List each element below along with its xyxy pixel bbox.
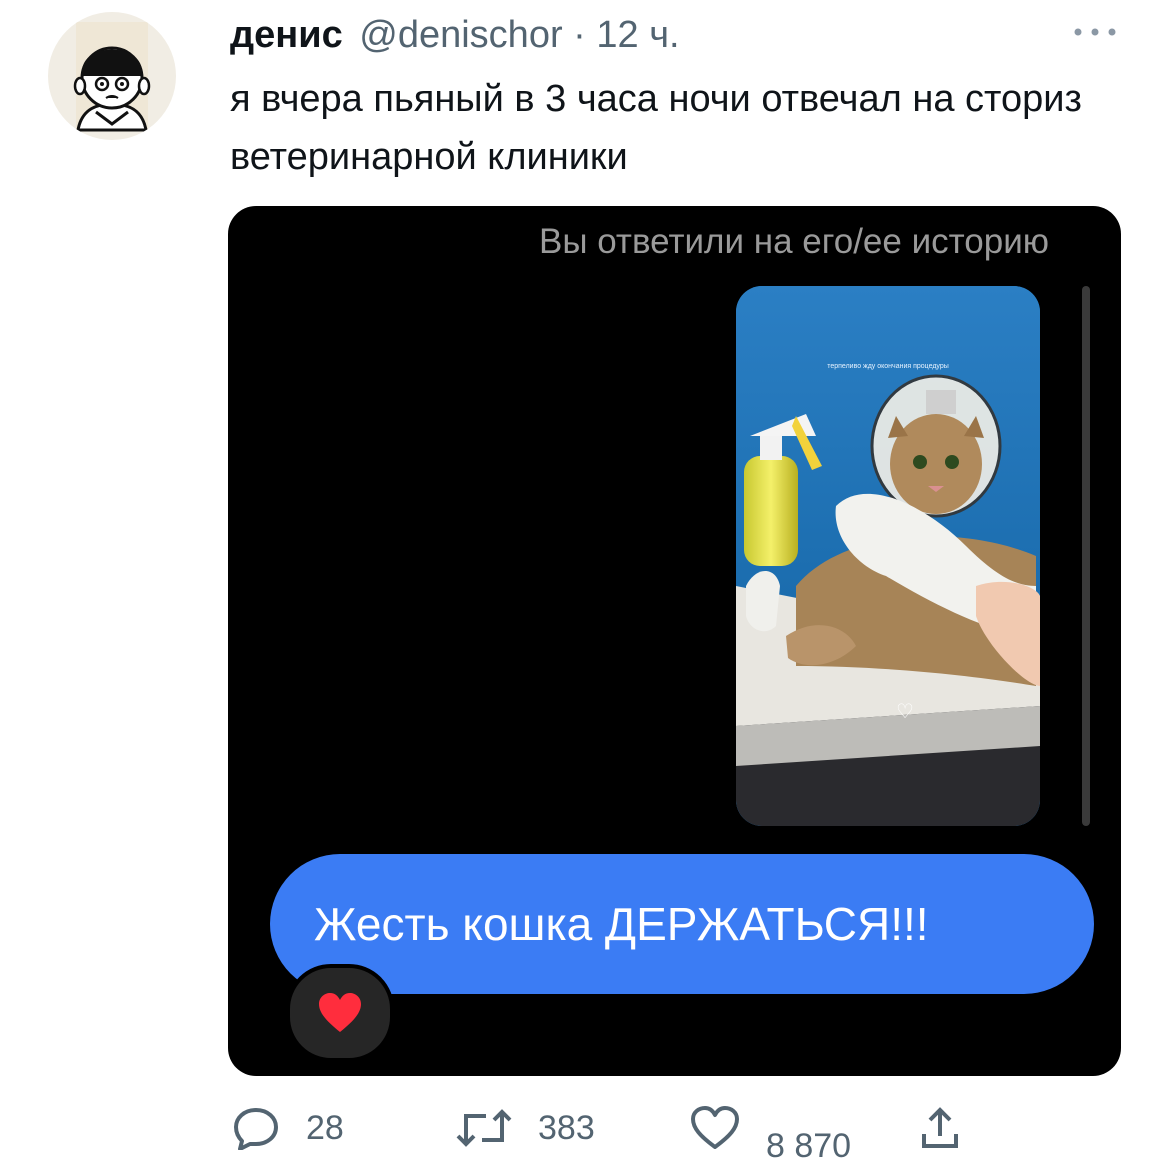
tweet-actions: 28 383 8 870 xyxy=(0,1100,1170,1174)
reply-icon xyxy=(234,1108,278,1150)
message-bubble: Жесть кошка ДЕРЖАТЬСЯ!!! xyxy=(270,854,1094,994)
tweet-text: я вчера пьяный в 3 часа ночи отвечал на … xyxy=(230,78,1082,178)
retweet-button[interactable]: 383 xyxy=(456,1106,595,1150)
share-icon xyxy=(922,1107,958,1148)
like-count: 8 870 xyxy=(766,1126,852,1165)
story-thumbnail[interactable]: терпеливо жду окончания процедуры ♡ xyxy=(736,286,1040,826)
tweet-media[interactable]: Вы ответили на его/ее историю терпеливо … xyxy=(228,206,1121,1076)
story-reply-note: Вы ответили на его/ее историю xyxy=(539,222,1049,261)
avatar-illustration xyxy=(73,22,151,132)
heart-icon xyxy=(319,993,361,1032)
tweet-timestamp[interactable]: 12 ч. xyxy=(596,14,679,56)
meta-separator: · xyxy=(562,14,597,56)
share-button[interactable] xyxy=(918,1106,988,1150)
chat-scrollbar[interactable] xyxy=(1082,286,1090,826)
author-avatar[interactable] xyxy=(48,12,176,140)
like-button[interactable]: 8 870 xyxy=(690,1106,851,1165)
reply-button[interactable]: 28 xyxy=(232,1106,344,1150)
story-caption: терпеливо жду окончания процедуры xyxy=(827,363,949,370)
author-name[interactable]: денис xyxy=(230,14,343,56)
message-reaction[interactable] xyxy=(286,964,394,1062)
tweet-header: денис @denischor · 12 ч. xyxy=(230,10,680,60)
svg-text:♡: ♡ xyxy=(896,699,914,723)
cat-photo: терпеливо жду окончания процедуры ♡ xyxy=(736,286,1040,826)
retweet-count: 383 xyxy=(538,1108,595,1147)
author-handle[interactable]: @denischor xyxy=(359,14,562,56)
retweet-icon xyxy=(456,1109,512,1147)
reply-count: 28 xyxy=(306,1108,344,1147)
like-icon xyxy=(691,1106,739,1149)
more-options-icon[interactable] xyxy=(1070,22,1120,42)
